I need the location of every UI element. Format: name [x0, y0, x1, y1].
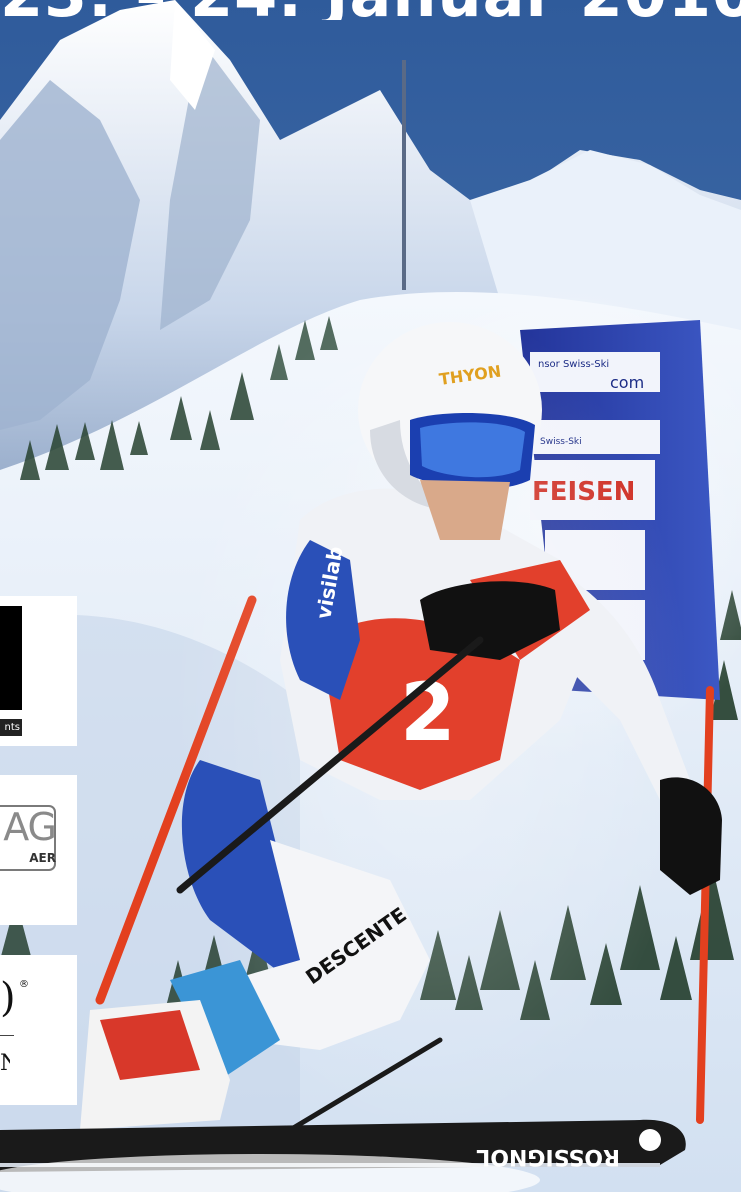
sponsor-tile[interactable]: AG AER	[0, 775, 77, 925]
sponsor-divider	[0, 1035, 14, 1036]
sponsor-subtitle: N	[0, 1053, 10, 1075]
sponsor-logo-block	[0, 606, 22, 710]
event-date-header: 23. – 24. Januar 2010	[0, 0, 741, 20]
sponsor-subtitle: AER	[29, 851, 56, 865]
sponsor-mark: )	[0, 977, 14, 1019]
registered-mark: ®	[19, 979, 29, 990]
goggles-lens	[420, 422, 525, 478]
ski-brand: ROSSIGNOL	[476, 1144, 620, 1169]
sponsor-mark: AG	[3, 805, 57, 849]
ski-logo	[639, 1129, 661, 1151]
sponsor-tile[interactable]: ) ® N	[0, 955, 77, 1105]
sponsor-caption: nts	[0, 719, 22, 736]
gate-text-2: com	[610, 373, 644, 392]
poster-scene: nsor Swiss-Ski com Swiss-Ski FEISEN 2 vi…	[0, 0, 741, 1192]
sponsor-tile[interactable]: nts	[0, 596, 77, 746]
antenna	[402, 60, 406, 290]
